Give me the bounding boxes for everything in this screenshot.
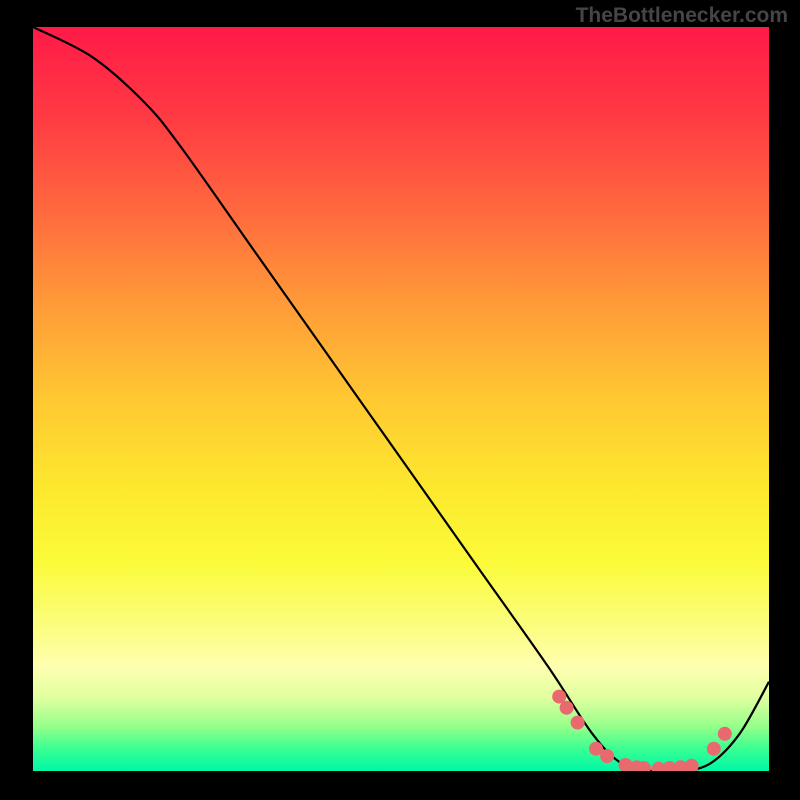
data-marker	[560, 701, 574, 715]
bottleneck-curve	[33, 27, 769, 771]
data-marker	[718, 727, 732, 741]
data-markers	[552, 690, 732, 771]
data-marker	[571, 716, 585, 730]
chart-container: TheBottlenecker.com	[0, 0, 800, 800]
data-marker	[600, 749, 614, 763]
data-marker	[707, 742, 721, 756]
chart-svg	[33, 27, 769, 771]
data-marker	[685, 759, 699, 771]
watermark-text: TheBottlenecker.com	[576, 4, 788, 28]
